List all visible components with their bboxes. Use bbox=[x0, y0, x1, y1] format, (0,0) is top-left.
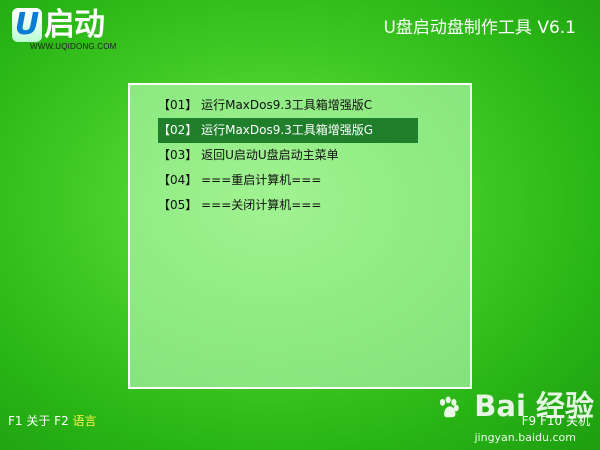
menu-item-04[interactable]: 【04】 ===重启计算机=== bbox=[158, 168, 418, 193]
logo-u-icon: U bbox=[12, 8, 42, 42]
menu-item-05[interactable]: 【05】 ===关闭计算机=== bbox=[158, 193, 418, 218]
menu-item-label: 【03】 返回U启动U盘启动主菜单 bbox=[158, 148, 339, 162]
brand-logo: U 启动 WWW.UQIDONG.COM bbox=[12, 8, 132, 58]
boot-menu-screen: { "brand": { "logo_u": "U", "logo_text":… bbox=[0, 0, 600, 450]
menu-item-label: 【01】 运行MaxDos9.3工具箱增强版C bbox=[158, 98, 373, 112]
menu-item-label: 【02】 运行MaxDos9.3工具箱增强版G bbox=[158, 123, 374, 137]
menu-item-01[interactable]: 【01】 运行MaxDos9.3工具箱增强版C bbox=[158, 93, 418, 118]
menu-item-label: 【05】 ===关闭计算机=== bbox=[158, 198, 322, 212]
app-title: U盘启动盘制作工具 V6.1 bbox=[383, 18, 576, 38]
logo-mark: U 启动 bbox=[12, 7, 105, 43]
language-hotkey[interactable]: 语言 bbox=[73, 414, 97, 428]
footer-right-hotkeys: F9 F10 关机 bbox=[521, 414, 590, 428]
logo-subtitle: WWW.UQIDONG.COM bbox=[30, 42, 117, 51]
boot-menu-list: 【01】 运行MaxDos9.3工具箱增强版C 【02】 运行MaxDos9.3… bbox=[158, 93, 418, 218]
footer-left-hotkeys: F1 关于 F2 语言 bbox=[8, 412, 97, 429]
menu-item-label: 【04】 ===重启计算机=== bbox=[158, 173, 322, 187]
menu-item-02[interactable]: 【02】 运行MaxDos9.3工具箱增强版G bbox=[158, 118, 418, 143]
menu-item-03[interactable]: 【03】 返回U启动U盘启动主菜单 bbox=[158, 143, 418, 168]
logo-text: 启动 bbox=[44, 7, 105, 43]
paw-icon bbox=[440, 396, 459, 418]
footer-left-text: F1 关于 F2 bbox=[8, 414, 73, 428]
boot-menu-panel: 【01】 运行MaxDos9.3工具箱增强版C 【02】 运行MaxDos9.3… bbox=[128, 83, 472, 389]
watermark-sub: jingyan.baidu.com bbox=[474, 431, 576, 444]
